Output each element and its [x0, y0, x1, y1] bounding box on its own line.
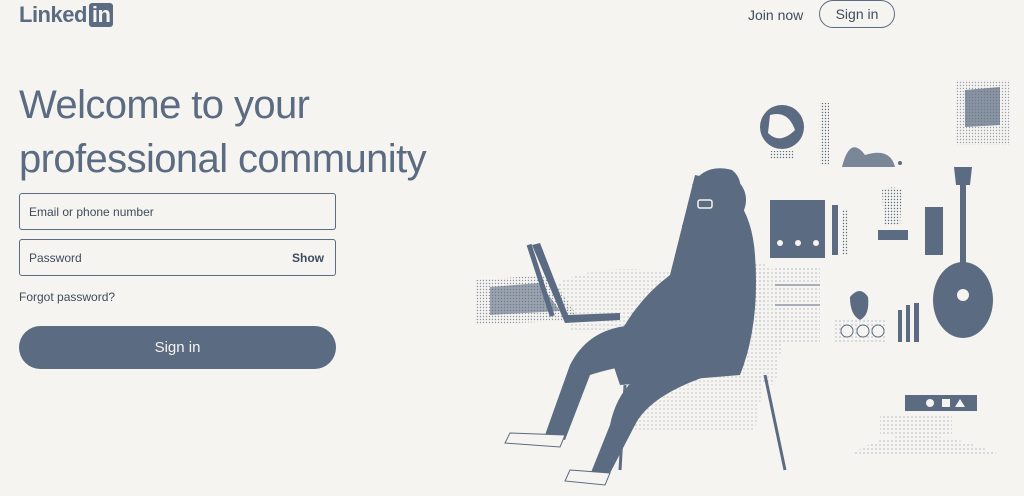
- linkedin-logo[interactable]: Linked in: [19, 2, 114, 28]
- hero-illustration: [475, 80, 1010, 486]
- join-now-link[interactable]: Join now: [748, 7, 803, 23]
- email-input[interactable]: [20, 193, 335, 230]
- page-title: Welcome to your professional community: [19, 83, 427, 181]
- password-input[interactable]: [20, 239, 286, 276]
- email-field[interactable]: [19, 193, 336, 230]
- logo-text: Linked: [19, 2, 87, 27]
- logo-in-badge: in: [88, 3, 114, 27]
- password-field[interactable]: Show: [19, 239, 336, 276]
- sign-in-button[interactable]: Sign in: [19, 326, 336, 369]
- show-password-button[interactable]: Show: [286, 250, 335, 266]
- header-sign-in-button[interactable]: Sign in: [819, 0, 895, 28]
- forgot-password-link[interactable]: Forgot password?: [19, 290, 115, 304]
